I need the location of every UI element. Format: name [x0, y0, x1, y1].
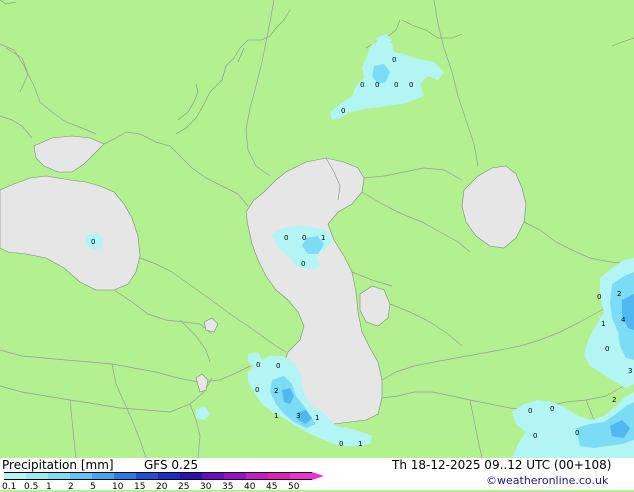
value-label-east-5: 0	[605, 345, 609, 353]
colorbar-swatch	[268, 472, 290, 480]
colorbar-tick-label: 45	[266, 482, 278, 492]
colorbar-tick-label: 5	[90, 482, 96, 492]
value-label-blacksea: 0	[91, 238, 95, 246]
colorbar-tick-label: 2	[68, 482, 74, 492]
valid-time: Th 18-12-2025 09..12 UTC (00+108)	[392, 458, 612, 472]
value-label-caspian-4: 0	[301, 260, 305, 268]
footer-legend: Precipitation [mm] GFS 0.25 Th 18-12-202…	[0, 458, 634, 492]
value-label-east-3: 1	[601, 320, 605, 328]
value-label-north-4: 0	[394, 81, 398, 89]
colorbar-tick-label: 50	[288, 482, 300, 492]
value-label-caspian-3: 1	[321, 234, 325, 242]
site-credit: ©weatheronline.co.uk	[486, 474, 609, 487]
colorbar-swatch	[246, 472, 268, 480]
precipitation-map: 0 0 0 0 0 0 0 0 0 1 0 0 0 0 2 1 3 1 0 1 …	[0, 0, 634, 458]
colorbar-swatch	[48, 472, 70, 480]
value-label-north-3: 0	[375, 81, 379, 89]
colorbar-swatch	[180, 472, 202, 480]
colorbar-tick-label: 20	[156, 482, 168, 492]
value-label-east-8: 0	[528, 407, 532, 415]
value-label-east-4: 4	[621, 316, 626, 324]
colorbar-tick-label: 0.5	[24, 482, 39, 492]
value-label-east-7: 2	[612, 396, 616, 404]
value-label-north-1: 0	[392, 56, 396, 64]
value-label-south-4: 2	[274, 387, 278, 395]
value-label-south-2: 0	[276, 362, 280, 370]
colorbar-swatch	[92, 472, 114, 480]
colorbar-tick-label: 1	[46, 482, 52, 492]
colorbar-tick-label: 25	[178, 482, 190, 492]
colorbar-arrow	[312, 472, 324, 480]
value-label-east-9: 0	[550, 405, 554, 413]
value-label-south-8: 0	[339, 440, 343, 448]
colorbar-swatch	[290, 472, 312, 480]
value-label-north-6: 0	[341, 107, 345, 115]
colorbar-swatch	[224, 472, 246, 480]
legend-title: Precipitation [mm]	[2, 458, 114, 472]
colorbar-tick-label: 40	[244, 482, 256, 492]
value-label-east-1: 0	[597, 293, 601, 301]
value-label-east-11: 0	[575, 429, 579, 437]
model-name: GFS 0.25	[144, 458, 199, 472]
colorbar-swatch	[114, 472, 136, 480]
value-label-caspian-1: 0	[284, 234, 288, 242]
colorbar-swatch	[136, 472, 158, 480]
value-label-south-3: 0	[255, 386, 259, 394]
value-label-north-2: 0	[360, 81, 364, 89]
value-label-south-6: 3	[296, 412, 300, 420]
value-label-north-5: 0	[409, 81, 413, 89]
value-label-caspian-2: 0	[302, 234, 306, 242]
colorbar-swatch	[158, 472, 180, 480]
colorbar-tick-label: 35	[222, 482, 234, 492]
value-label-south-1: 0	[256, 361, 260, 369]
value-label-south-9: 1	[358, 440, 362, 448]
value-label-east-6: 3	[628, 367, 632, 375]
colorbar-tick-label: 30	[200, 482, 212, 492]
value-label-south-7: 1	[315, 414, 319, 422]
colorbar-swatch	[202, 472, 224, 480]
colorbar-swatch	[70, 472, 92, 480]
value-label-south-5: 1	[274, 412, 278, 420]
colorbar-swatch	[26, 472, 48, 480]
value-label-east-10: 0	[533, 432, 537, 440]
value-label-east-2: 2	[617, 290, 621, 298]
colorbar-tick-label: 0.1	[2, 482, 17, 492]
colorbar-tick-label: 15	[134, 482, 146, 492]
colorbar-swatch	[4, 472, 26, 480]
colorbar-tick-label: 10	[112, 482, 124, 492]
